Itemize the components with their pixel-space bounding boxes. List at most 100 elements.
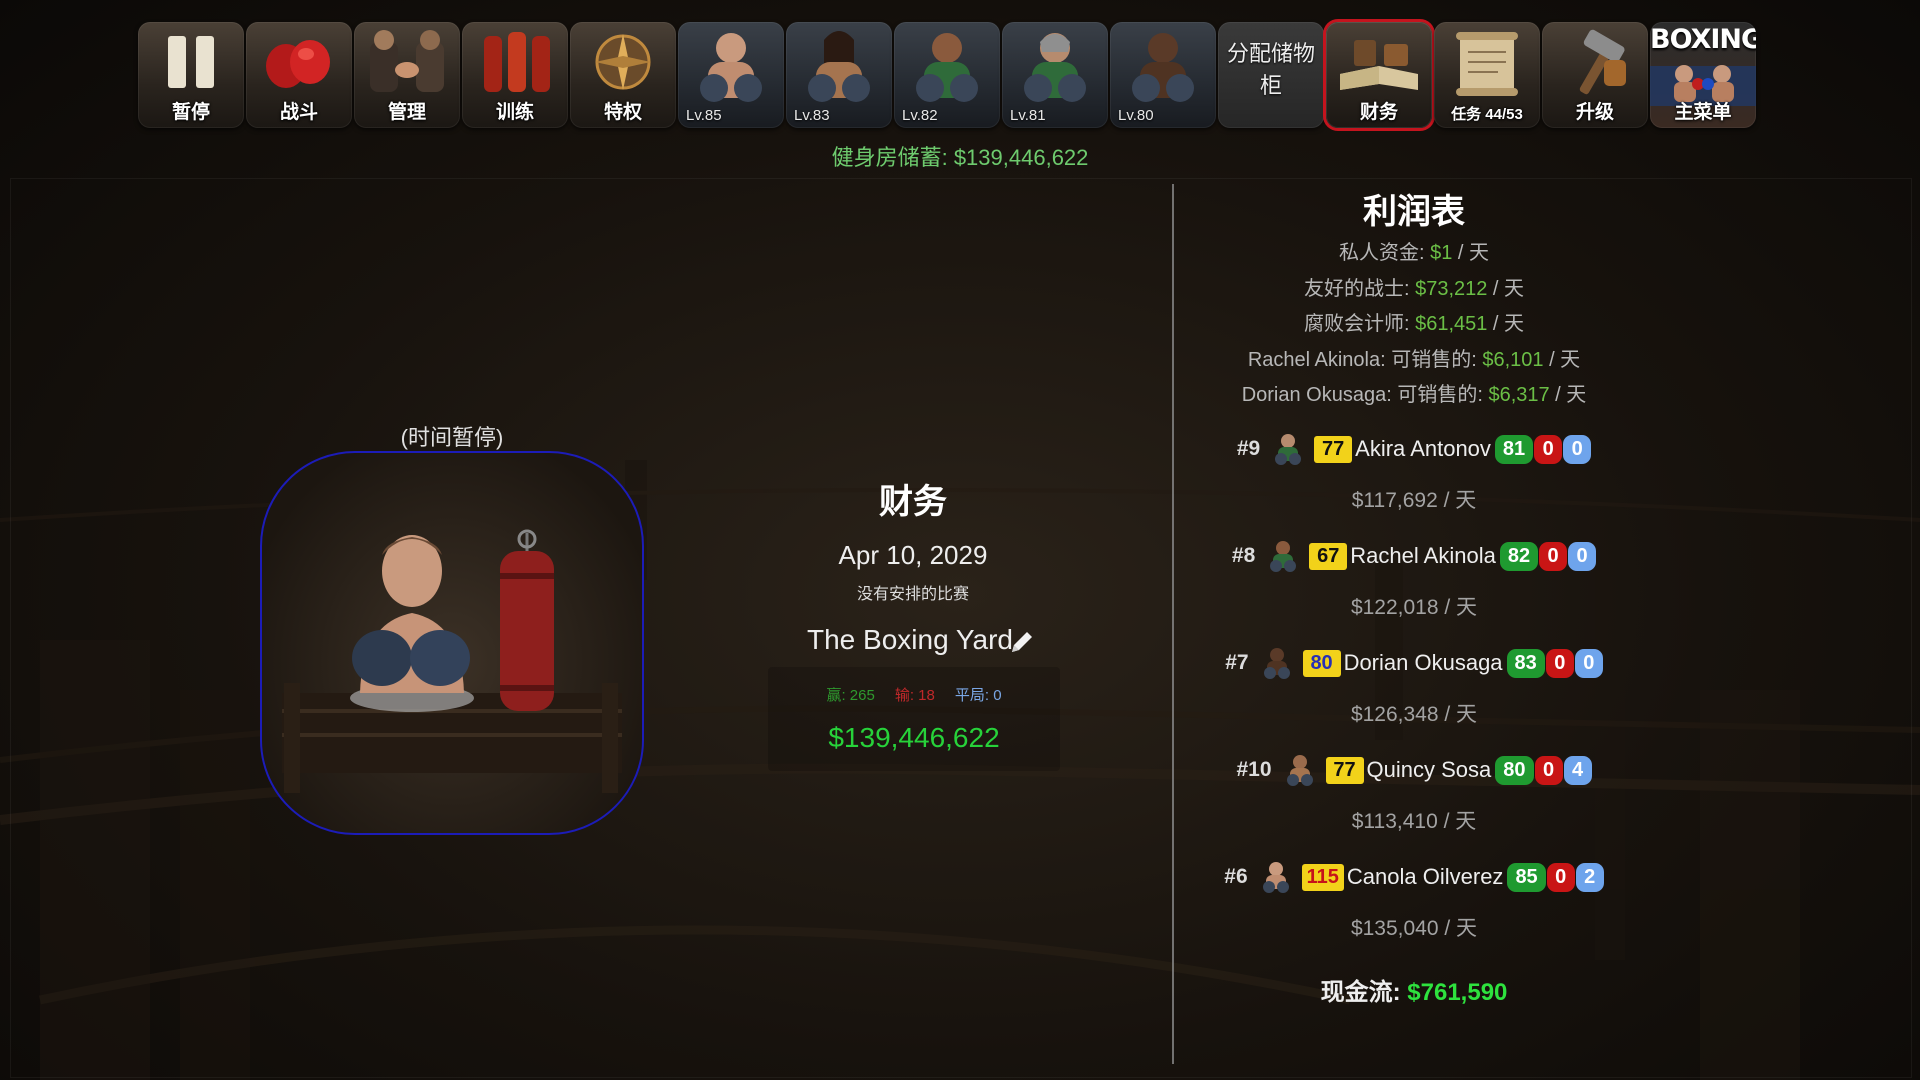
fighter-rank: #7 — [1225, 651, 1249, 674]
main-menu-button[interactable]: BOXING 主菜单 — [1650, 22, 1756, 128]
fighter-wins: 82 — [1499, 541, 1539, 571]
missions-button[interactable]: 任务 44/53 — [1434, 22, 1540, 128]
income-amount: $61,451 — [1415, 313, 1488, 335]
income-line: 友好的战士: $73,212 / 天 — [1174, 272, 1654, 301]
income-amount: $6,317 — [1488, 384, 1550, 406]
fighter-income-per-day: $126,348 / 天 — [1350, 703, 1478, 726]
fight-label: 战斗 — [279, 102, 318, 123]
income-label: Dorian Okusaga: 可销售的: — [1241, 384, 1489, 406]
income-line: Dorian Okusaga: 可销售的: $6,317 / 天 — [1174, 378, 1654, 407]
fighter-slot-1[interactable]: Lv.85 — [678, 22, 784, 128]
fighter-income-per-day: $122,018 / 天 — [1350, 596, 1478, 619]
fighter-avatar-icon — [1270, 541, 1297, 572]
fighter-income-row[interactable]: #7 80 Dorian Okusaga 83 0 0 — [1174, 643, 1654, 683]
fighter-losses: 0 — [1546, 862, 1575, 892]
fighter-draws: 2 — [1575, 862, 1604, 892]
fighter-overall: 77 — [1325, 756, 1364, 784]
income-amount: $1 — [1430, 242, 1453, 264]
pause-label: 暂停 — [171, 102, 210, 123]
finance-label: 财务 — [1359, 102, 1398, 123]
fighter-wins: 83 — [1506, 648, 1545, 678]
fighter-income-row[interactable]: #9 77 Akira Antonov 81 0 0 — [1174, 429, 1654, 469]
upgrade-button[interactable]: 升级 — [1542, 22, 1648, 128]
fight-button[interactable]: 战斗 — [246, 22, 352, 128]
fighter-overall: 67 — [1309, 542, 1348, 570]
train-button[interactable]: 训练 — [462, 22, 568, 128]
storage-button[interactable]: 分配储物柜 — [1218, 22, 1324, 128]
record-box — [768, 667, 1060, 771]
income-label: Rachel Akinola: 可销售的: — [1247, 349, 1483, 371]
top-toolbar: 暂停 战斗 管理 训练 特权 Lv.85 Lv.83 Lv.82 Lv.81 L… — [138, 22, 1756, 130]
fighter-name: Dorian Okusaga — [1343, 650, 1503, 675]
time-paused-label: (时间暂停) — [400, 425, 504, 450]
fighter-slot-4[interactable]: Lv.81 — [1002, 22, 1108, 128]
fighter-slot-3[interactable]: Lv.82 — [894, 22, 1000, 128]
income-label: 腐败会计师: — [1303, 313, 1416, 335]
fighter-wins: 81 — [1494, 434, 1534, 464]
finance-button[interactable]: 财务 — [1326, 22, 1432, 128]
fighter-income-per-day: $113,410 / 天 — [1351, 810, 1477, 833]
pause-button[interactable]: 暂停 — [138, 22, 244, 128]
fighter-name: Canola Oilverez — [1346, 864, 1504, 889]
fighter-overall: 80 — [1302, 649, 1341, 677]
income-unit: / 天 — [1543, 349, 1581, 371]
fighter-level: Lv.80 — [1118, 107, 1154, 124]
fighter-income-row[interactable]: #8 67 Rachel Akinola 82 0 0 — [1174, 536, 1654, 576]
fighter-rank: #10 — [1236, 758, 1272, 781]
fighter-wins: 85 — [1507, 862, 1546, 892]
income-amount: $73,212 — [1415, 278, 1488, 300]
income-line: 腐败会计师: $61,451 / 天 — [1174, 307, 1654, 336]
income-label: 私人资金: — [1338, 242, 1431, 264]
gym-record: 赢: 265 输: 18 平局: 0 — [768, 684, 1060, 705]
missions-label: 任务 44/53 — [1451, 106, 1523, 123]
gym-portrait[interactable] — [260, 451, 644, 835]
fighter-rank: #8 — [1231, 544, 1256, 567]
perks-button[interactable]: 特权 — [570, 22, 676, 128]
train-label: 训练 — [495, 102, 534, 123]
pencil-edit-icon[interactable] — [1006, 626, 1038, 658]
cash-flow-total: 现金流: $761,590 — [1174, 972, 1654, 1007]
fighter-avatar-icon — [1263, 648, 1290, 679]
income-label: 友好的战士: — [1303, 278, 1416, 300]
gym-savings: 健身房储蓄: $139,446,622 — [831, 145, 1089, 170]
income-amount: $6,101 — [1482, 349, 1544, 371]
cash-flow-amount: $761,590 — [1407, 979, 1508, 1006]
income-unit: / 天 — [1452, 242, 1490, 264]
fighter-draws: 4 — [1563, 755, 1592, 785]
fighter-wins: 80 — [1495, 755, 1534, 785]
income-unit: / 天 — [1549, 384, 1587, 406]
draws-count: 平局: 0 — [954, 687, 1002, 704]
cash-balance: $139,446,622 — [828, 722, 1000, 753]
fighter-name: Akira Antonov — [1355, 436, 1491, 461]
finance-title: 财务 — [879, 483, 947, 521]
wins-count: 赢: 265 — [826, 687, 875, 704]
fighter-rank: #9 — [1236, 437, 1261, 460]
fighter-draws: 0 — [1574, 648, 1603, 678]
fighter-income-per-day: $117,692 / 天 — [1351, 489, 1477, 512]
main-menu-label: 主菜单 — [1674, 102, 1732, 123]
fighter-slot-2[interactable]: Lv.83 — [786, 22, 892, 128]
fighter-overall: 77 — [1314, 435, 1353, 463]
fighter-avatar-icon — [1262, 862, 1289, 893]
income-statement-title: 利润表 — [1363, 193, 1465, 231]
fighter-slot-5[interactable]: Lv.80 — [1110, 22, 1216, 128]
perks-label: 特权 — [603, 102, 642, 123]
fighter-income-row[interactable]: #10 77 Quincy Sosa 80 0 4 — [1174, 750, 1654, 790]
fighter-level: Lv.83 — [794, 107, 830, 124]
fighter-avatar-icon — [1275, 434, 1302, 465]
cash-flow-label: 现金流: — [1320, 979, 1408, 1006]
fighter-losses: 0 — [1534, 755, 1563, 785]
fighter-overall: 115 — [1301, 863, 1344, 891]
income-line: 私人资金: $1 / 天 — [1174, 236, 1654, 265]
fighter-draws: 0 — [1568, 541, 1597, 571]
fighter-losses: 0 — [1545, 648, 1574, 678]
no-scheduled-match: 没有安排的比赛 — [856, 586, 969, 603]
manage-label: 管理 — [387, 102, 426, 123]
fighter-losses: 0 — [1534, 434, 1563, 464]
fighter-level: Lv.85 — [686, 107, 722, 124]
manage-button[interactable]: 管理 — [354, 22, 460, 128]
income-line: Rachel Akinola: 可销售的: $6,101 / 天 — [1174, 343, 1654, 372]
fighter-name: Quincy Sosa — [1366, 757, 1492, 782]
fighter-income-row[interactable]: #6 115 Canola Oilverez 85 0 2 — [1174, 857, 1654, 897]
fighter-income-per-day: $135,040 / 天 — [1350, 917, 1478, 940]
